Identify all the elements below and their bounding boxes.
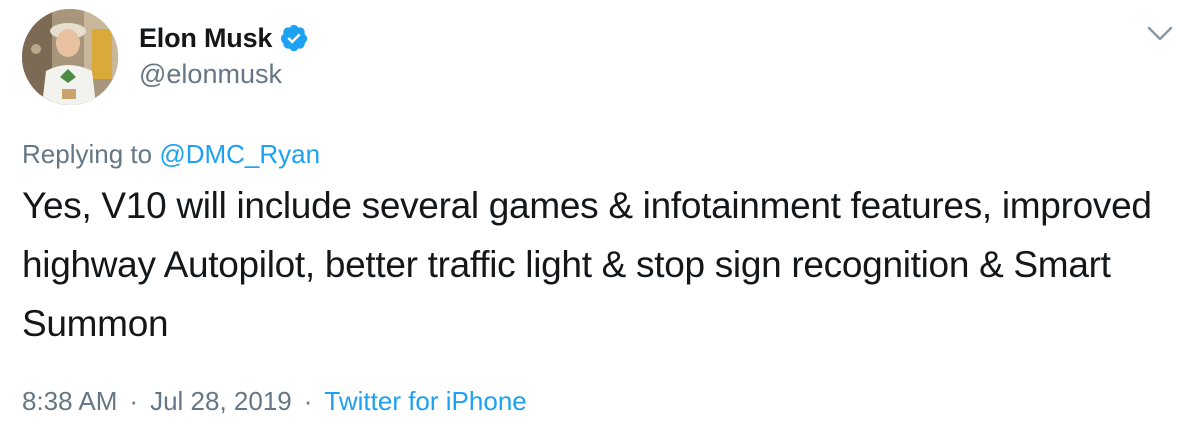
verified-badge-icon [279, 23, 309, 53]
meta-separator: · [303, 386, 313, 416]
author-name-row[interactable]: Elon Musk [139, 20, 309, 56]
chevron-down-icon[interactable] [1146, 22, 1174, 46]
tweet-time[interactable]: 8:38 AM [22, 386, 117, 417]
tweet-text: Yes, V10 will include several games & in… [22, 185, 1152, 344]
avatar[interactable] [22, 9, 118, 105]
author-handle[interactable]: @elonmusk [139, 59, 282, 90]
reply-prefix: Replying to [22, 139, 153, 169]
avatar-image [22, 9, 118, 105]
meta-separator: · [129, 386, 139, 416]
tweet-card: Elon Musk @elonmusk Replying to @DMC_Rya… [0, 0, 1194, 446]
author-display-name[interactable]: Elon Musk [139, 23, 272, 54]
tweet-date[interactable]: Jul 28, 2019 [150, 386, 292, 417]
reply-mention-link[interactable]: @DMC_Ryan [159, 139, 320, 169]
tweet-source-link[interactable]: Twitter for iPhone [324, 386, 526, 417]
reply-context: Replying to @DMC_Ryan [22, 139, 320, 170]
tweet-meta: 8:38 AM · Jul 28, 2019 · Twitter for iPh… [22, 386, 527, 417]
